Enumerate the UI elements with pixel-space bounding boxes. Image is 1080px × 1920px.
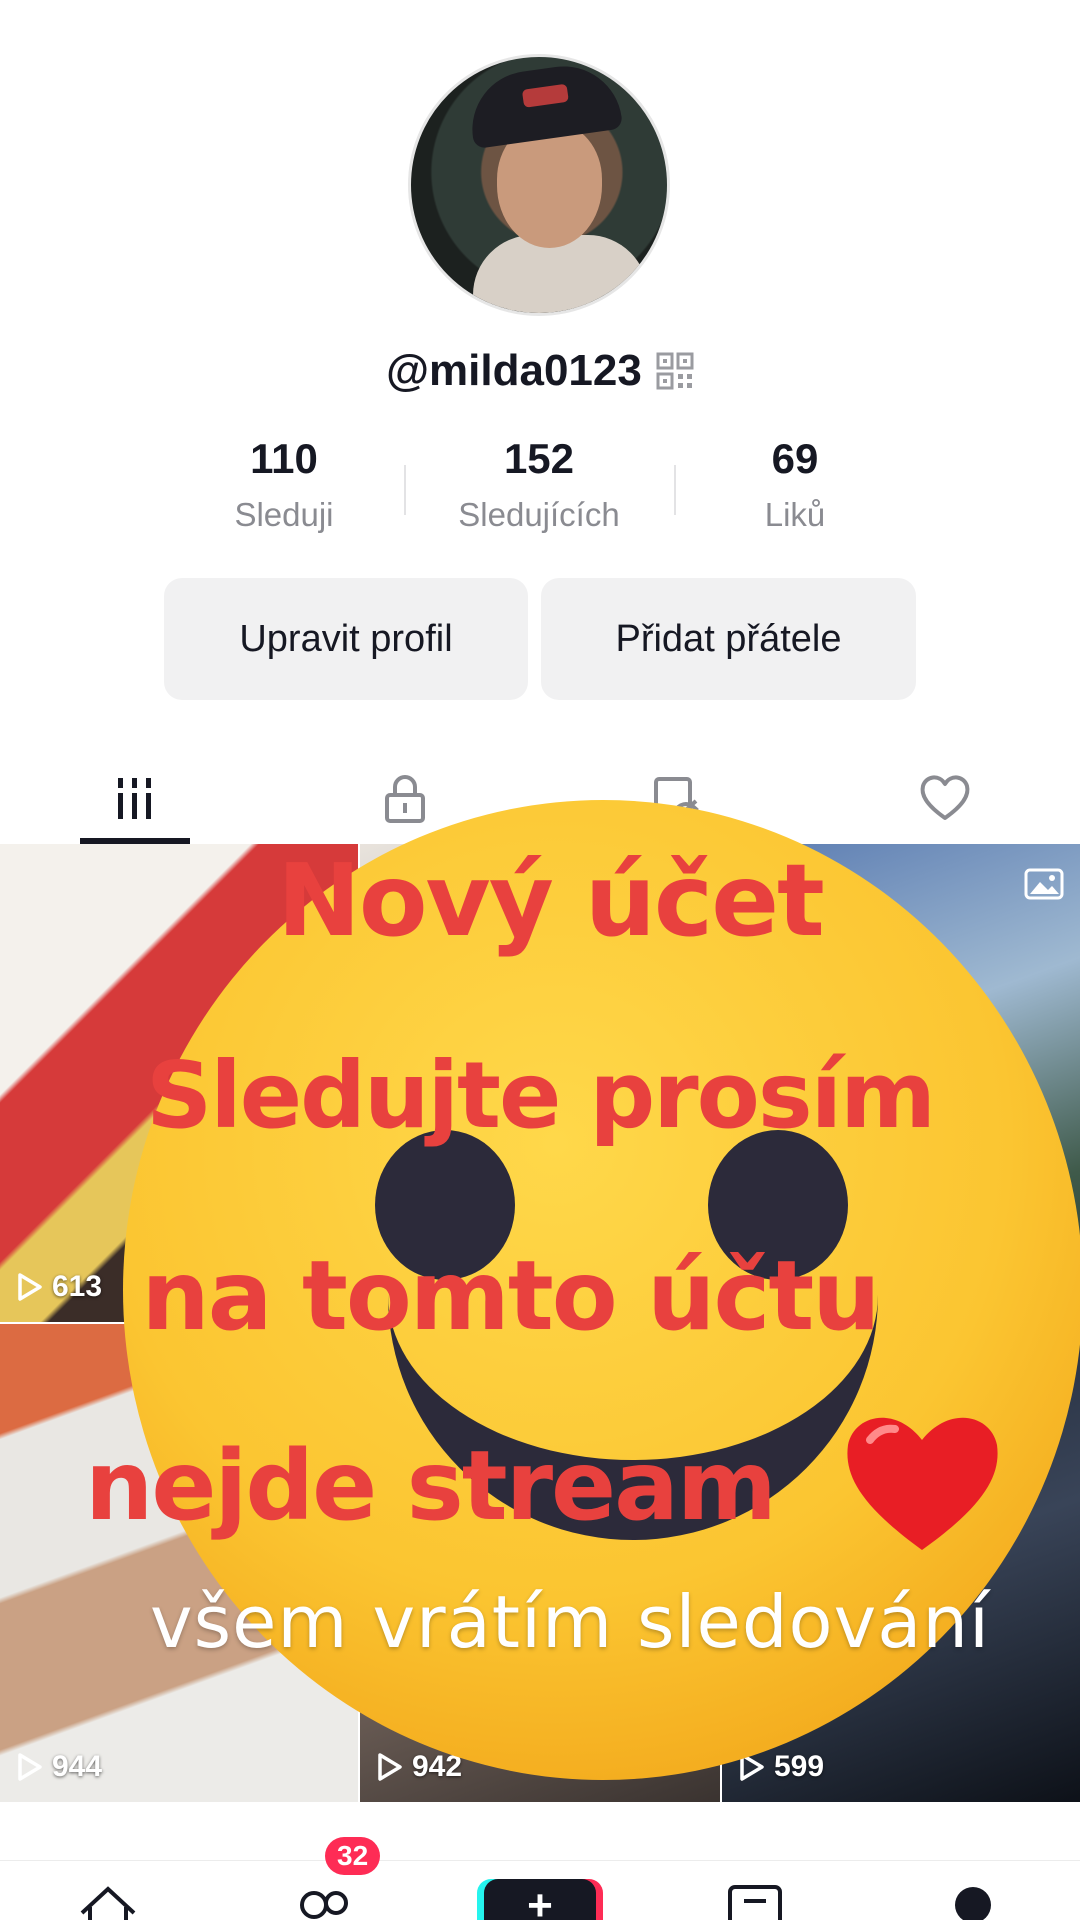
lock-icon: [385, 775, 425, 823]
qr-code-icon[interactable]: [656, 352, 694, 390]
inbox-icon[interactable]: [726, 1883, 786, 1920]
stat-following[interactable]: 110 Sleduji: [164, 430, 404, 550]
profile-actions: Upravit profil Přidat přátele: [164, 578, 916, 700]
inbox-count-badge: 32: [325, 1837, 381, 1875]
avatar-shirt: [473, 235, 648, 313]
overlay-text-line: na tomto účtu: [141, 1240, 880, 1352]
plus-icon: +: [527, 1881, 553, 1920]
add-friends-button[interactable]: Přidat přátele: [541, 578, 916, 700]
play-icon: [378, 1753, 402, 1781]
edit-profile-button[interactable]: Upravit profil: [164, 578, 528, 700]
overlay-text-line: nejde stream: [85, 1430, 777, 1542]
profile-avatar[interactable]: [408, 54, 670, 316]
overlay-text-line: Nový účet: [277, 842, 825, 959]
followers-count: 152: [503, 435, 575, 482]
red-heart-icon: [847, 1417, 998, 1550]
likes-count: 69: [771, 435, 819, 482]
play-icon: [18, 1753, 42, 1781]
tab-liked[interactable]: [810, 752, 1080, 844]
bottom-navigation: 32 +: [0, 1837, 1080, 1920]
profile-stats: 110 Sleduji 152 Sledujících 69 Liků: [164, 430, 916, 550]
home-icon[interactable]: [76, 1883, 140, 1920]
view-count: 944: [16, 1750, 102, 1784]
stat-divider: [674, 465, 676, 515]
stat-likes[interactable]: 69 Liků: [674, 430, 916, 550]
overlay-text-line: Sledujte prosím: [145, 1042, 936, 1149]
view-count-text: 944: [52, 1750, 103, 1783]
view-count: 942: [376, 1750, 462, 1784]
friends-icon[interactable]: [296, 1883, 356, 1920]
overlay-subtext: všem vrátím sledování: [150, 1580, 990, 1664]
create-button[interactable]: +: [484, 1879, 596, 1920]
heart-outline-icon: [920, 775, 970, 820]
profile-icon[interactable]: [955, 1887, 991, 1920]
followers-label: Sledujících: [458, 496, 620, 533]
username: @milda0123: [386, 346, 642, 395]
likes-label: Liků: [764, 496, 826, 533]
following-count: 110: [250, 435, 318, 482]
tab-videos[interactable]: [0, 752, 270, 844]
avatar-cap: [464, 58, 624, 150]
stat-divider: [404, 465, 406, 515]
username-row: @milda0123: [0, 336, 1080, 406]
view-count-text: 599: [774, 1750, 825, 1783]
following-label: Sleduji: [234, 496, 334, 533]
grid-icon: [118, 778, 151, 819]
stat-followers[interactable]: 152 Sledujících: [404, 430, 674, 550]
